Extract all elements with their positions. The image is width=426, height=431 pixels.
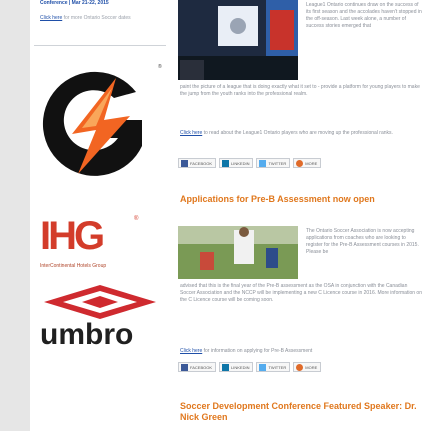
twitter-share-button[interactable]: TWITTER xyxy=(256,158,291,168)
umbro-wordmark: umbro xyxy=(40,318,134,351)
article2-photo[interactable] xyxy=(178,226,298,279)
article2-heading[interactable]: Applications for Pre-B Assessment now op… xyxy=(180,194,420,205)
divider xyxy=(34,45,166,46)
twitter-label: TWITTER xyxy=(268,160,287,166)
gatorade-registered-mark: ® xyxy=(158,64,162,70)
ihg-wordmark: IHG xyxy=(40,214,105,258)
article1-share-bar: FACEBOOK LINKEDIN TWITTER MORE xyxy=(178,158,388,168)
twitter-icon xyxy=(259,159,267,167)
twitter-share-button[interactable]: TWITTER xyxy=(256,362,291,372)
newsletter-main: League1 Ontario continues draw on the su… xyxy=(172,0,426,431)
sidebar-click-here-link[interactable]: Click here xyxy=(40,15,62,21)
twitter-icon xyxy=(259,363,267,371)
sidebar-blurb: Conference | Mar 21-22, 2015 Click here … xyxy=(40,0,165,22)
article2-link-line: Click here for information on applying f… xyxy=(180,348,424,355)
article3-heading[interactable]: Soccer Development Conference Featured S… xyxy=(180,401,420,423)
facebook-label: FACEBOOK xyxy=(190,160,213,166)
linkedin-share-button[interactable]: LINKEDIN xyxy=(219,158,254,168)
article1-link-text: to read about the League1 Ontario player… xyxy=(203,130,393,136)
plus-icon xyxy=(296,363,304,371)
article2-body-text: advised that this is the final year of t… xyxy=(180,283,422,303)
facebook-icon xyxy=(181,363,188,371)
sponsor-sidebar: Conference | Mar 21-22, 2015 Click here … xyxy=(0,0,172,431)
sidebar-top-text: Conference | Mar 21-22, 2015 xyxy=(40,0,109,6)
ihg-caption: InterContinental Hotels Group xyxy=(40,263,107,269)
article1-click-here-link[interactable]: Click here xyxy=(180,130,202,136)
facebook-label: FACEBOOK xyxy=(190,364,213,370)
linkedin-share-button[interactable]: LINKEDIN xyxy=(219,362,254,372)
article1-link-line: Click here to read about the League1 Ont… xyxy=(180,130,424,137)
article1-body-text: paint the picture of a league that is do… xyxy=(180,84,420,97)
sidebar-blurb-text: for more Ontario Soccer dates xyxy=(63,15,131,21)
article2-share-bar: FACEBOOK LINKEDIN TWITTER MORE xyxy=(178,362,388,372)
more-label: MORE xyxy=(305,364,318,370)
more-label: MORE xyxy=(305,160,318,166)
facebook-share-button[interactable]: FACEBOOK xyxy=(178,362,217,372)
facebook-icon xyxy=(181,159,188,167)
gatorade-logo[interactable] xyxy=(38,60,160,192)
article2-right-text: The Ontario Soccer Association is now ac… xyxy=(306,228,419,255)
article1-photo[interactable] xyxy=(178,0,298,80)
article2-link-text: for information on applying for Pre-B As… xyxy=(203,348,313,354)
facebook-share-button[interactable]: FACEBOOK xyxy=(178,158,217,168)
linkedin-label: LINKEDIN xyxy=(231,364,250,370)
sidebar-strip xyxy=(0,0,30,431)
linkedin-label: LINKEDIN xyxy=(231,160,250,166)
umbro-double-diamond-logo[interactable] xyxy=(40,283,160,321)
linkedin-icon xyxy=(222,363,230,371)
article2-click-here-link[interactable]: Click here xyxy=(180,348,202,354)
more-share-button[interactable]: MORE xyxy=(293,362,322,372)
article1-right-text: League1 Ontario continues draw on the su… xyxy=(306,2,422,29)
twitter-label: TWITTER xyxy=(268,364,287,370)
linkedin-icon xyxy=(222,159,230,167)
plus-icon xyxy=(296,159,304,167)
ihg-registered-mark: ® xyxy=(134,216,139,222)
more-share-button[interactable]: MORE xyxy=(293,158,322,168)
